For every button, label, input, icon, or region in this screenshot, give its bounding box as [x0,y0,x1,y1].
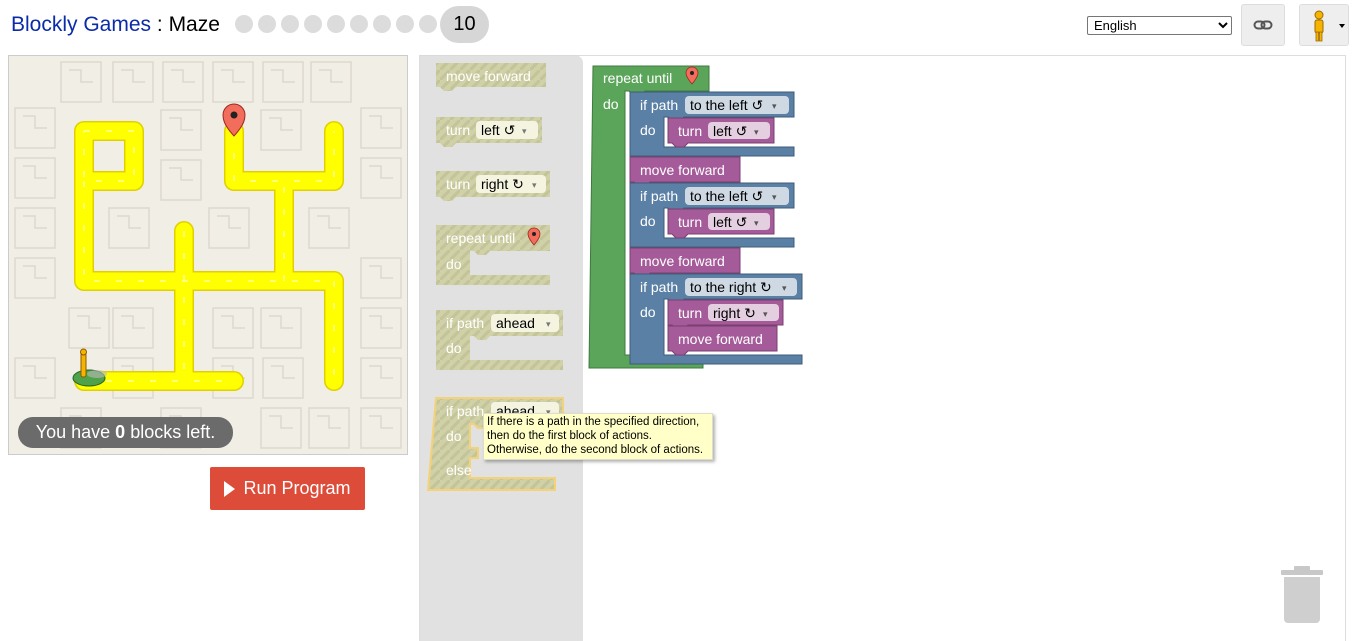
maze-canvas [14,61,402,449]
maze-path [75,122,343,390]
link-button[interactable] [1241,4,1285,46]
tooltip-line-2: then do the first block of actions. [487,430,652,442]
block-tooltip: If there is a path in the specified dire… [483,413,713,460]
level-dot-7[interactable] [373,15,391,33]
current-level-badge[interactable]: 10 [440,6,489,43]
tooltip-line-3: Otherwise, do the second block of action… [487,444,704,456]
capacity-count: 0 [115,422,126,442]
pegman-button[interactable] [1299,4,1349,46]
level-dot-6[interactable] [350,15,368,33]
maze-board [8,55,408,455]
run-program-label: Run Program [243,478,351,498]
capacity-suffix: blocks left. [125,422,216,442]
level-dot-9[interactable] [419,15,437,33]
page-title: Blockly Games : Maze [11,13,220,37]
pegman-icon [1314,10,1345,42]
toolbox-flyout[interactable] [420,55,583,641]
level-dot-8[interactable] [396,15,414,33]
capacity-prefix: You have [35,422,116,442]
game-title: Maze [168,13,220,36]
tooltip-line-1: If there is a path in the specified dire… [487,416,700,428]
link-icon [1253,20,1273,30]
level-dot-4[interactable] [304,15,322,33]
level-dot-2[interactable] [258,15,276,33]
dropdown-arrow-icon [1339,24,1345,28]
app-title-link[interactable]: Blockly Games [11,13,151,36]
capacity-badge: You have 0 blocks left. [18,417,233,448]
pegman-start-icon [72,348,107,387]
language-select[interactable]: English [1087,16,1232,35]
level-dot-5[interactable] [327,15,345,33]
level-dot-3[interactable] [281,15,299,33]
play-icon [224,480,236,497]
run-program-button[interactable]: Run Program [210,467,365,510]
title-separator: : [151,13,169,36]
level-dot-1[interactable] [235,15,253,33]
